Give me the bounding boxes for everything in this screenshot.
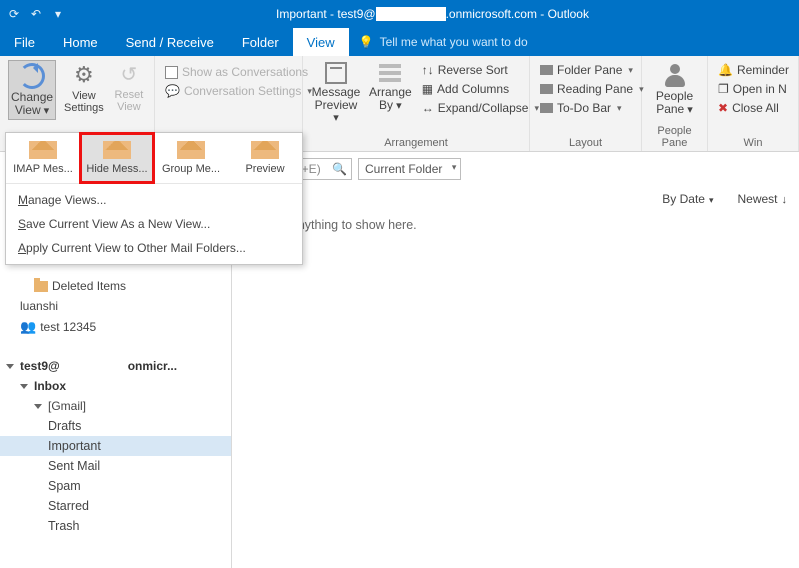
reminders-window-button[interactable]: 🔔Reminder	[716, 62, 791, 78]
reverse-sort-button[interactable]: ↑↓Reverse Sort	[420, 62, 541, 78]
view-option-group-messages[interactable]: Group Me...	[154, 133, 228, 183]
nav-important[interactable]: Important	[0, 436, 231, 456]
show-as-conversations-checkbox[interactable]: Show as Conversations	[163, 64, 314, 80]
nav-deleted-items[interactable]: Deleted Items	[0, 276, 231, 296]
folder-pane-icon	[540, 65, 553, 75]
nav-starred[interactable]: Starred	[0, 496, 231, 516]
expand-icon	[6, 364, 14, 369]
people-pane-icon	[662, 62, 688, 88]
view-option-preview[interactable]: Preview	[228, 133, 302, 183]
tab-send-receive[interactable]: Send / Receive	[112, 28, 228, 56]
save-current-view-menuitem[interactable]: Save Current View As a New View...	[6, 212, 302, 236]
group-label-layout: Layout	[538, 135, 633, 149]
nav-drafts[interactable]: Drafts	[0, 416, 231, 436]
reading-pane-icon	[540, 84, 553, 94]
sort-by-date[interactable]: By Date	[662, 192, 713, 206]
todo-bar-icon	[540, 103, 553, 113]
change-view-button[interactable]: Change View ▾	[8, 60, 56, 120]
change-view-icon	[19, 63, 45, 89]
tab-folder[interactable]: Folder	[228, 28, 293, 56]
message-preview-icon	[325, 62, 347, 84]
nav-spam[interactable]: Spam	[0, 476, 231, 496]
group-icon: 👥	[20, 319, 36, 335]
expand-collapse-button[interactable]: ↔Expand/Collapse	[420, 100, 541, 116]
nav-sent-mail[interactable]: Sent Mail	[0, 456, 231, 476]
close-all-items-button[interactable]: ✖Close All	[716, 100, 791, 116]
gear-icon: ⚙	[74, 62, 94, 88]
reset-view-button[interactable]: ↺ Reset View	[112, 60, 146, 115]
group-label-arrangement: Arrangement	[311, 135, 521, 149]
ribbon-tabs: File Home Send / Receive Folder View 💡 T…	[0, 28, 799, 56]
todo-bar-button[interactable]: To-Do Bar	[538, 100, 646, 116]
message-list-pane: ortant (Ctrl+E) 🔍 Current Folder ad By D…	[232, 152, 799, 568]
nav-test12345[interactable]: 👥test 12345	[0, 316, 231, 338]
sort-newest[interactable]: Newest	[737, 192, 787, 206]
tab-view[interactable]: View	[293, 28, 349, 56]
reading-pane-button[interactable]: Reading Pane	[538, 81, 646, 97]
nav-trash[interactable]: Trash	[0, 516, 231, 536]
nav-gmail[interactable]: [Gmail]	[0, 396, 231, 416]
arrange-by-button[interactable]: Arrange By ▾	[367, 60, 414, 114]
tell-me-search[interactable]: 💡 Tell me what you want to do	[349, 28, 528, 56]
open-in-new-window-button[interactable]: ❐Open in N	[716, 81, 791, 97]
envelope-icon	[103, 141, 131, 159]
reverse-sort-icon: ↑↓	[422, 63, 434, 77]
message-preview-button[interactable]: Message Preview ▾	[311, 60, 361, 126]
new-window-icon: ❐	[718, 82, 729, 96]
people-pane-button[interactable]: People Pane ▾	[650, 60, 699, 118]
empty-list-message: dn't find anything to show here.	[232, 214, 799, 236]
redacted-domain	[64, 360, 124, 372]
close-all-icon: ✖	[718, 101, 728, 115]
qat-undo-icon[interactable]: ↶	[28, 6, 44, 22]
redacted-domain	[376, 7, 446, 21]
expand-icon	[20, 384, 28, 389]
title-bar: ⟳ ↶ ▾ Important - test9@.onmicrosoft.com…	[0, 0, 799, 28]
group-label-people-pane: People Pane	[650, 123, 699, 149]
nav-inbox[interactable]: Inbox	[0, 376, 231, 396]
add-columns-icon: ▦	[422, 82, 433, 96]
qat-customize-icon[interactable]: ▾	[50, 6, 66, 22]
expand-icon	[34, 404, 42, 409]
window-title: Important - test9@.onmicrosoft.com - Out…	[66, 7, 799, 22]
tab-home[interactable]: Home	[49, 28, 112, 56]
view-option-hide-messages[interactable]: Hide Mess...	[80, 133, 154, 183]
folder-pane-button[interactable]: Folder Pane	[538, 62, 646, 78]
tab-file[interactable]: File	[0, 28, 49, 56]
lightbulb-icon: 💡	[359, 35, 374, 49]
conversation-settings-icon: 💬	[165, 84, 180, 98]
qat-send-receive-icon[interactable]: ⟳	[6, 6, 22, 22]
search-scope-dropdown[interactable]: Current Folder	[358, 158, 461, 180]
envelope-icon	[177, 141, 205, 159]
view-option-imap-messages[interactable]: IMAP Mes...	[6, 133, 80, 183]
folder-icon	[34, 281, 48, 292]
add-columns-button[interactable]: ▦Add Columns	[420, 81, 541, 97]
reset-view-icon: ↺	[121, 62, 138, 87]
view-settings-button[interactable]: ⚙ View Settings	[62, 60, 106, 116]
envelope-icon	[251, 141, 279, 159]
group-label-window: Win	[716, 135, 790, 149]
search-icon: 🔍	[332, 162, 347, 176]
conversation-settings-button[interactable]: 💬 Conversation Settings	[163, 83, 314, 99]
nav-account-root[interactable]: test9@onmicr...	[0, 356, 231, 376]
checkbox-icon	[165, 66, 178, 79]
manage-views-menuitem[interactable]: Manage Views...	[6, 188, 302, 212]
change-view-dropdown: IMAP Mes... Hide Mess... Group Me... Pre…	[5, 132, 303, 265]
nav-luanshi[interactable]: luanshi	[0, 296, 231, 316]
envelope-icon	[29, 141, 57, 159]
apply-current-view-menuitem[interactable]: Apply Current View to Other Mail Folders…	[6, 236, 302, 260]
bell-icon: 🔔	[718, 63, 733, 77]
arrange-by-icon	[379, 62, 401, 84]
expand-collapse-icon: ↔	[422, 101, 434, 115]
